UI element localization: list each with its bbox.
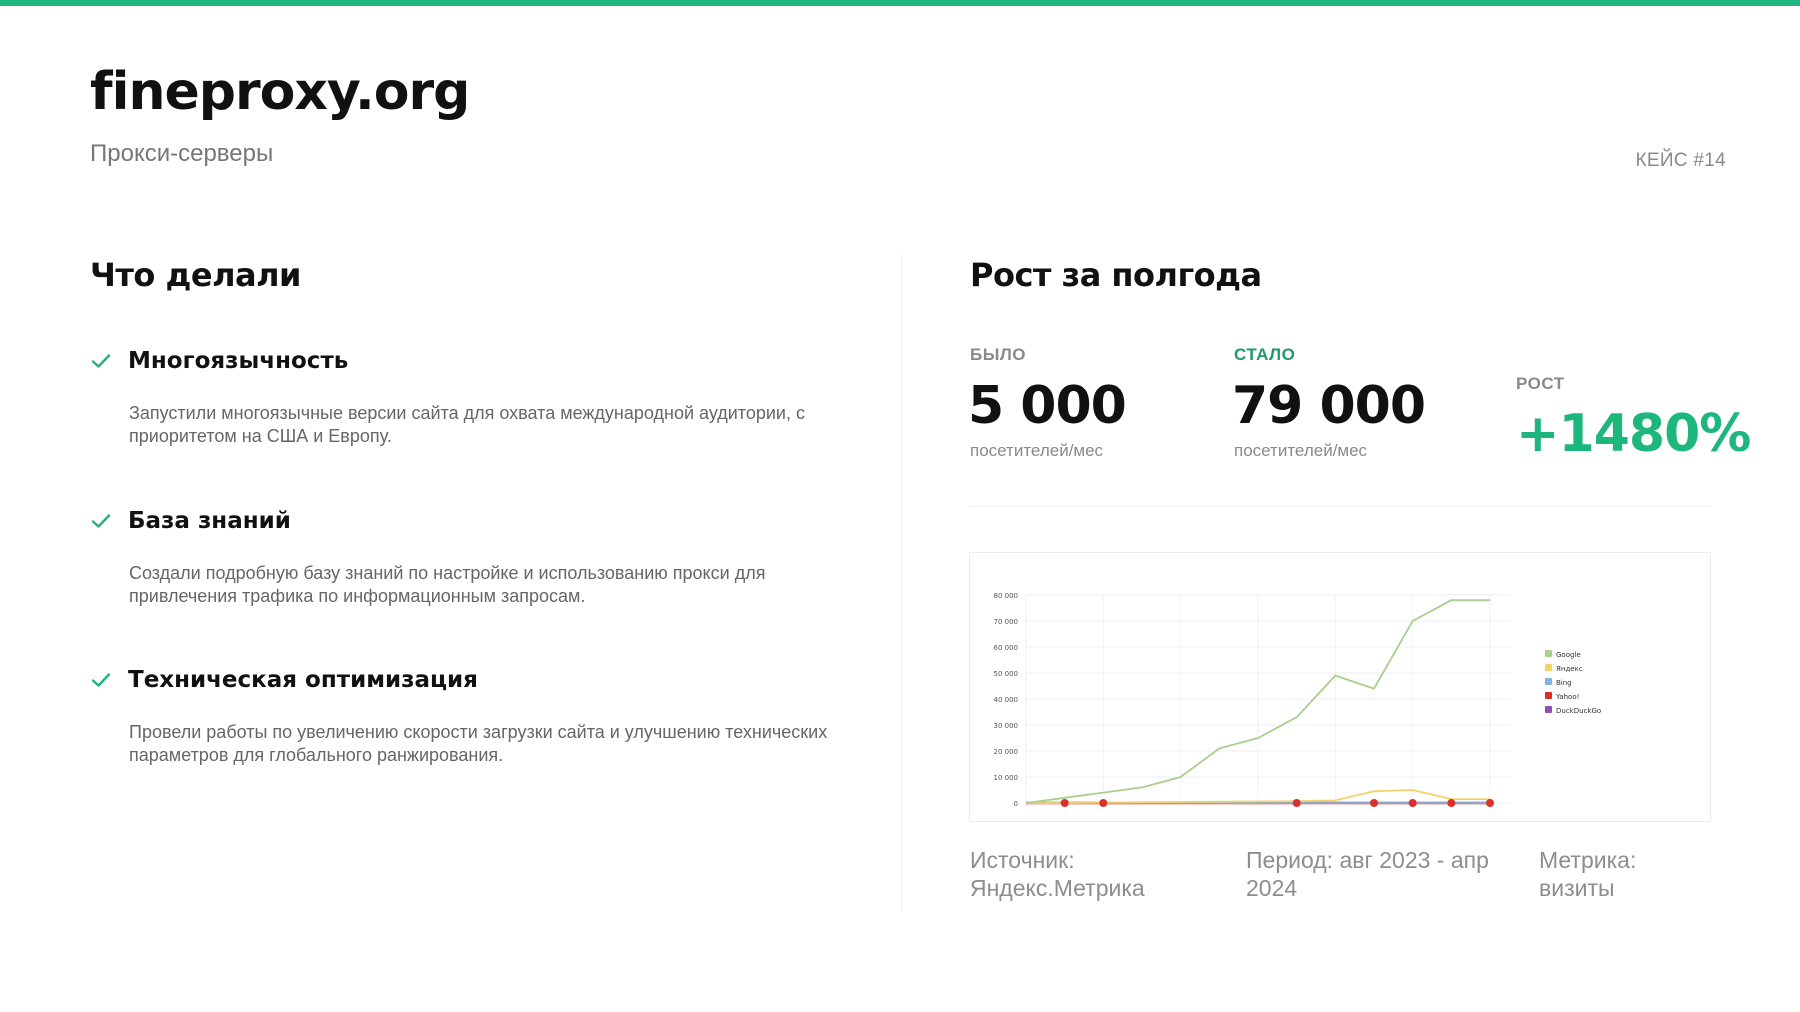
after-label: СТАЛО xyxy=(1234,345,1296,364)
legend-swatch xyxy=(1545,692,1552,699)
traffic-chart: 80 000 70 000 60 000 50 000 40 000 30 000 20 0… xyxy=(969,552,1711,822)
annotation-marker xyxy=(1099,799,1108,807)
growth-label: РОСТ xyxy=(1516,374,1565,393)
legend-label: Яндекс xyxy=(1556,665,1583,673)
annotation-marker xyxy=(1060,799,1069,807)
y-tick-label: 60 000 xyxy=(994,644,1019,652)
work-item-description: Создали подробную базу знаний по настрой… xyxy=(129,563,766,606)
vertical-divider xyxy=(901,254,902,910)
footer-metric: Метрика: визиты xyxy=(1539,847,1637,901)
annotation-marker xyxy=(1486,799,1494,807)
after-value: 79 000 xyxy=(1232,376,1426,436)
work-item-title: База знаний xyxy=(128,508,291,534)
work-item-multilingual: Многоязычность Запустили многоязычные ве… xyxy=(90,348,850,448)
before-label: БЫЛО xyxy=(970,345,1027,364)
y-tick-label: 80 000 xyxy=(994,592,1019,600)
legend-swatch xyxy=(1545,706,1552,713)
y-tick-label: 50 000 xyxy=(994,670,1019,678)
top-accent-bar xyxy=(0,0,1800,6)
work-item-knowledge-base: База знаний Создали подробную базу знани… xyxy=(90,508,850,608)
after-unit: посетителей/мес xyxy=(1234,441,1368,460)
brand-subtitle: Прокси-серверы xyxy=(90,140,274,167)
annotation-marker xyxy=(1292,799,1301,807)
y-tick-label: 40 000 xyxy=(994,696,1019,704)
y-tick-label: 20 000 xyxy=(994,748,1019,756)
check-icon xyxy=(90,510,112,532)
y-tick-label: 70 000 xyxy=(994,618,1019,626)
check-icon xyxy=(90,669,112,691)
legend-label: DuckDuckGo xyxy=(1556,707,1601,715)
before-value: 5 000 xyxy=(968,376,1127,436)
annotation-marker xyxy=(1408,799,1417,807)
work-item-description: Запустили многоязычные версии сайта для … xyxy=(129,403,805,446)
traffic-chart-svg: 80 000 70 000 60 000 50 000 40 000 30 000 20 0… xyxy=(994,592,1602,808)
growth-value: +1480% xyxy=(1516,404,1751,464)
footer-source: Источник: Яндекс.Метрика xyxy=(970,847,1145,901)
brand-title: fineproxy.org xyxy=(90,62,470,122)
legend-swatch xyxy=(1545,678,1552,685)
legend-swatch xyxy=(1545,650,1552,657)
legend-label: Google xyxy=(1556,651,1581,659)
work-item-tech-optimization: Техническая оптимизация Провели работы п… xyxy=(90,667,850,767)
footer-period: Период: авг 2023 - апр 2024 xyxy=(1246,847,1489,901)
check-icon xyxy=(90,350,112,372)
case-number: КЕЙС #14 xyxy=(1635,150,1726,171)
legend-label: Bing xyxy=(1556,679,1572,687)
work-item-title: Многоязычность xyxy=(128,348,349,374)
growth-title: Рост за полгода xyxy=(970,256,1262,294)
work-item-title: Техническая оптимизация xyxy=(128,667,478,693)
legend-swatch xyxy=(1545,664,1552,671)
legend-label: Yahoo! xyxy=(1555,693,1579,701)
horizontal-divider xyxy=(970,506,1712,507)
annotation-marker xyxy=(1370,799,1378,807)
y-tick-label: 30 000 xyxy=(994,722,1019,730)
work-item-description: Провели работы по увеличению скорости за… xyxy=(129,722,828,765)
annotation-marker xyxy=(1447,799,1456,807)
before-unit: посетителей/мес xyxy=(970,441,1104,460)
y-tick-label: 10 000 xyxy=(994,774,1019,782)
what-we-did-title: Что делали xyxy=(90,256,301,294)
y-tick-label: 0 xyxy=(1014,800,1018,808)
